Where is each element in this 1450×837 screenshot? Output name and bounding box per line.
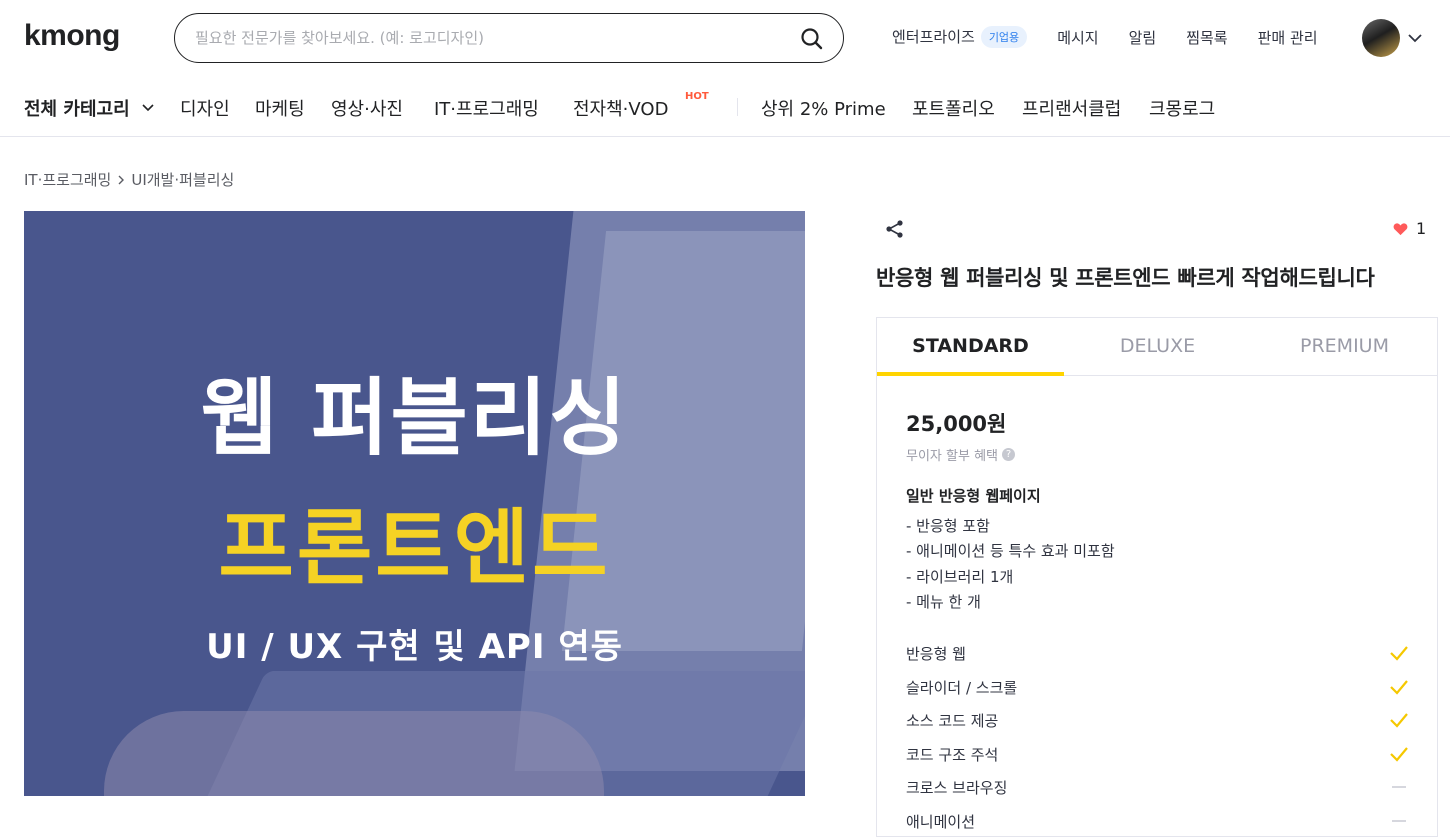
check-icon: [1388, 642, 1410, 664]
package-tabs: STANDARD DELUXE PREMIUM: [877, 318, 1437, 376]
heart-icon: [1393, 222, 1408, 236]
category-prime[interactable]: 상위 2% Prime: [761, 95, 886, 121]
category-marketing[interactable]: 마케팅: [255, 95, 305, 121]
all-categories-label: 전체 카테고리: [24, 99, 130, 120]
enterprise-badge: 기업용: [981, 26, 1027, 48]
search-input[interactable]: [195, 26, 785, 50]
hero-line-2: 프론트엔드: [24, 481, 805, 600]
kmong-logo[interactable]: kmong: [24, 19, 120, 53]
feature-list: 반응형 웹 슬라이더 / 스크롤 소스 코드 제공 코드 구조 주석 크로스 브…: [906, 636, 1410, 837]
top-nav: 엔터프라이즈 기업용 메시지 알림 찜목록 판매 관리: [892, 26, 1348, 48]
feature-label: 슬라이더 / 스크롤: [906, 677, 1017, 698]
package-description: - 반응형 포함 - 애니메이션 등 특수 효과 미포함 - 라이브러리 1개 …: [906, 514, 1115, 615]
feature-label: 반응형 웹: [906, 643, 966, 664]
chevron-down-icon[interactable]: [1406, 29, 1424, 47]
feature-row: 크로스 브라우징: [906, 770, 1410, 804]
nav-wishlist[interactable]: 찜목록: [1186, 27, 1227, 48]
share-icon[interactable]: [884, 218, 906, 240]
nav-enterprise-label: 엔터프라이즈: [892, 28, 975, 46]
feature-row: 슬라이더 / 스크롤: [906, 670, 1410, 704]
description-line: - 라이브러리 1개: [906, 565, 1115, 590]
gig-title: 반응형 웹 퍼블리싱 및 프론트엔드 빠르게 작업해드립니다: [876, 262, 1375, 292]
category-video-photo[interactable]: 영상·사진: [331, 95, 403, 121]
feature-row: 애니메이션: [906, 804, 1410, 837]
hot-badge: HOT: [685, 91, 709, 102]
description-line: - 메뉴 한 개: [906, 590, 1115, 615]
feature-row: 코드 구조 주석: [906, 737, 1410, 771]
check-icon: [1388, 676, 1410, 698]
feature-label: 크로스 브라우징: [906, 777, 1007, 798]
breadcrumb: IT·프로그래밍 UI개발·퍼블리싱: [24, 169, 234, 190]
package-name: 일반 반응형 웹페이지: [906, 485, 1041, 506]
category-ebook-vod[interactable]: 전자책·VOD: [573, 95, 668, 121]
installment-info: 무이자 할부 혜택 ?: [906, 445, 1015, 464]
check-icon: [1388, 743, 1410, 765]
breadcrumb-ui-publishing[interactable]: UI개발·퍼블리싱: [131, 169, 234, 190]
like-count: 1: [1416, 219, 1426, 238]
search-bar[interactable]: [174, 13, 844, 63]
feature-row: 소스 코드 제공: [906, 703, 1410, 737]
question-icon[interactable]: ?: [1002, 448, 1015, 461]
nav-notifications[interactable]: 알림: [1129, 27, 1157, 48]
chevron-down-icon: [140, 100, 156, 116]
search-icon[interactable]: [799, 26, 825, 52]
description-line: - 반응형 포함: [906, 514, 1115, 539]
package-panel: STANDARD DELUXE PREMIUM 25,000원 무이자 할부 혜…: [876, 317, 1438, 837]
category-portfolio[interactable]: 포트폴리오: [912, 95, 995, 121]
category-kmong-log[interactable]: 크몽로그: [1149, 95, 1215, 121]
feature-row: 반응형 웹: [906, 636, 1410, 670]
dash-icon: [1388, 810, 1410, 832]
breadcrumb-it-programming[interactable]: IT·프로그래밍: [24, 169, 111, 190]
nav-messages[interactable]: 메시지: [1057, 27, 1098, 48]
feature-label: 소스 코드 제공: [906, 710, 998, 731]
installment-label: 무이자 할부 혜택: [906, 445, 998, 464]
hero-line-3: UI / UX 구현 및 API 연동: [24, 619, 805, 668]
category-it-programming[interactable]: IT·프로그래밍: [434, 95, 539, 121]
category-divider: [737, 98, 738, 116]
category-design[interactable]: 디자인: [180, 95, 230, 121]
category-bar: 전체 카테고리 디자인 마케팅 영상·사진 IT·프로그래밍 전자책·VOD H…: [0, 76, 1450, 137]
like-button[interactable]: 1: [1393, 219, 1426, 238]
chevron-right-icon: [115, 174, 127, 186]
avatar[interactable]: [1362, 19, 1400, 57]
hero-line-1: 웹 퍼블리싱: [24, 351, 805, 472]
gig-main-image[interactable]: 웹 퍼블리싱 프론트엔드 UI / UX 구현 및 API 연동: [24, 211, 805, 796]
package-price: 25,000원: [906, 408, 1006, 438]
tab-standard[interactable]: STANDARD: [877, 318, 1064, 376]
category-freelancer-club[interactable]: 프리랜서클럽: [1022, 95, 1121, 121]
header: kmong 엔터프라이즈 기업용 메시지 알림 찜목록 판매 관리: [0, 0, 1450, 76]
tab-deluxe[interactable]: DELUXE: [1064, 318, 1251, 376]
nav-enterprise[interactable]: 엔터프라이즈 기업용: [892, 26, 1027, 48]
dash-icon: [1388, 776, 1410, 798]
all-categories-menu[interactable]: 전체 카테고리: [24, 95, 156, 121]
description-line: - 애니메이션 등 특수 효과 미포함: [906, 539, 1115, 564]
feature-label: 코드 구조 주석: [906, 744, 998, 765]
check-icon: [1388, 709, 1410, 731]
feature-label: 애니메이션: [906, 811, 975, 832]
tab-premium[interactable]: PREMIUM: [1251, 318, 1438, 376]
nav-sales-management[interactable]: 판매 관리: [1258, 27, 1318, 48]
